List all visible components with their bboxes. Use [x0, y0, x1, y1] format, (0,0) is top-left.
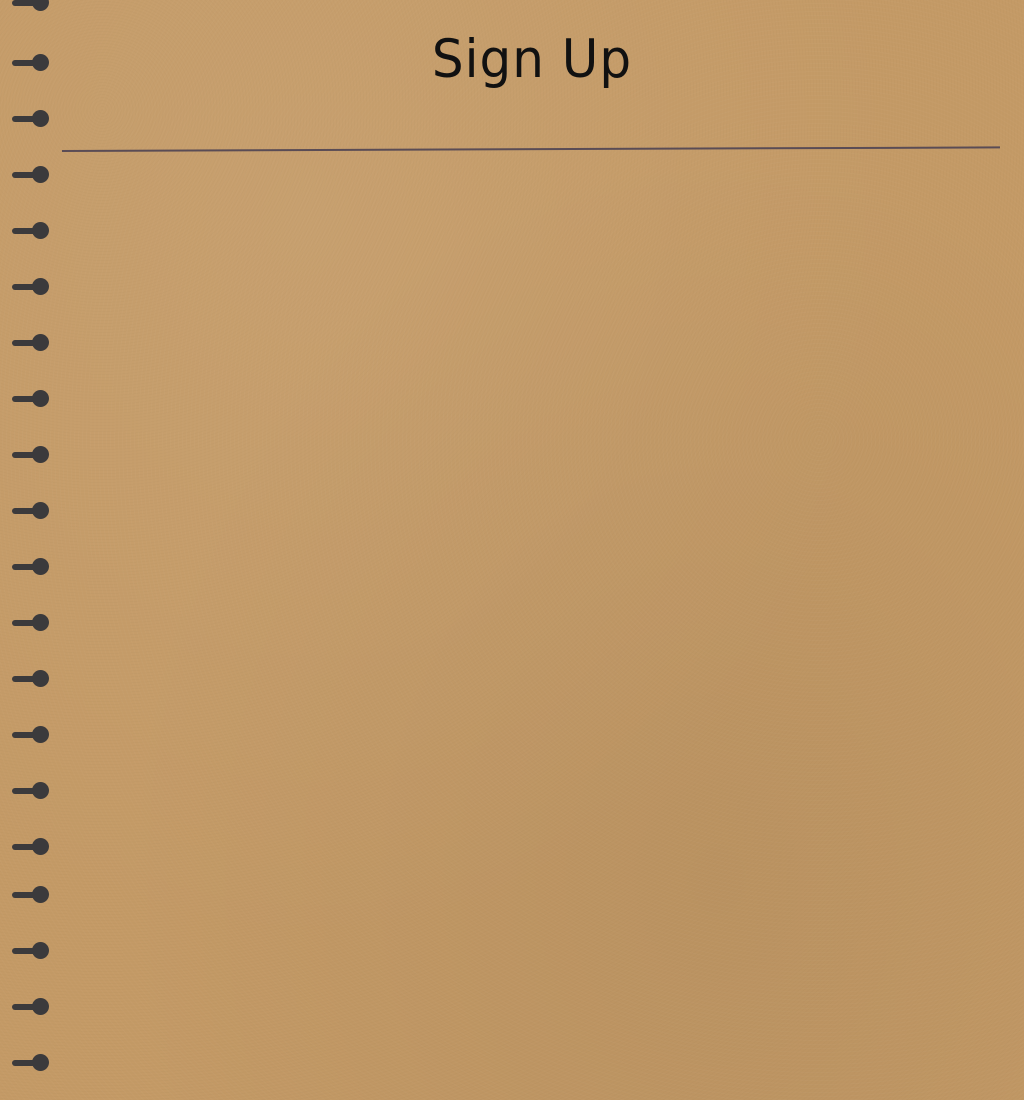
binding-ring-icon: [12, 998, 50, 1016]
binding-ring-icon: [12, 726, 50, 744]
binding-ring-icon: [12, 0, 50, 12]
binding-ring-icon: [12, 166, 50, 184]
page-header: Sign Up: [62, 0, 1002, 152]
binding-ring-icon: [12, 838, 50, 856]
binding-ring-icon: [12, 558, 50, 576]
binding-ring-icon: [12, 886, 50, 904]
binding-ring-icon: [12, 670, 50, 688]
binding-ring-icon: [12, 110, 50, 128]
binding-ring-icon: [12, 54, 50, 72]
notebook-page: Sign Up: [0, 0, 1024, 1100]
binding-ring-icon: [12, 1054, 50, 1072]
binding-ring-icon: [12, 942, 50, 960]
binding-ring-icon: [12, 446, 50, 464]
binding-ring-icon: [12, 222, 50, 240]
spiral-binding: [0, 0, 60, 1100]
binding-ring-icon: [12, 278, 50, 296]
signup-form-area: [62, 156, 1002, 1096]
binding-ring-icon: [12, 614, 50, 632]
page-title: Sign Up: [431, 28, 633, 90]
binding-ring-icon: [12, 390, 50, 408]
binding-ring-icon: [12, 334, 50, 352]
binding-ring-icon: [12, 782, 50, 800]
binding-ring-icon: [12, 502, 50, 520]
